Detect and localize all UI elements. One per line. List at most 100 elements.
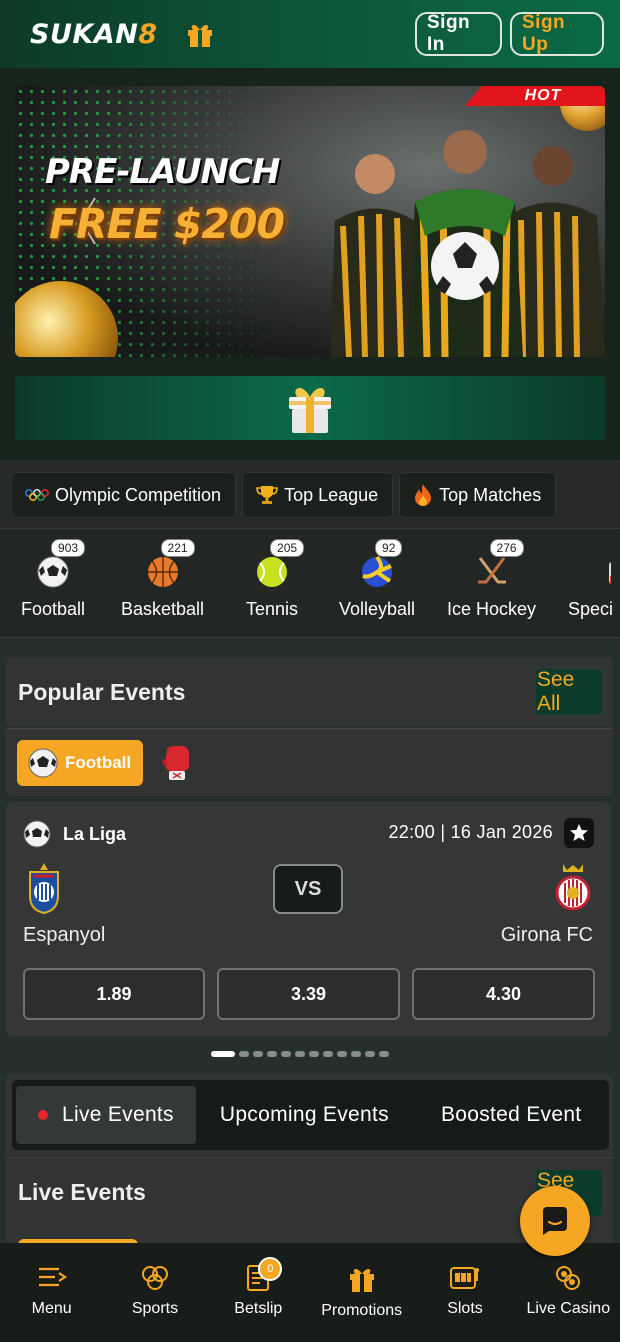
tab-live-events[interactable]: Live Events <box>16 1086 196 1144</box>
filter-football[interactable]: Football <box>17 739 144 786</box>
nav-live-casino[interactable]: Live Casino <box>517 1243 620 1342</box>
chip-label: Top Matches <box>439 484 542 505</box>
nav-label: Live Casino <box>526 1300 611 1317</box>
count-badge: 92 <box>375 539 403 557</box>
players-image <box>330 130 605 357</box>
sports-icon <box>141 1266 168 1290</box>
tab-label: Boosted Event <box>440 1103 582 1126</box>
nav-promotions[interactable]: Promotions <box>310 1243 413 1342</box>
league-info: La Liga <box>23 820 126 848</box>
match-card[interactable]: La Liga 22:00 | 16 Jan 2026 VS Espanyol … <box>6 802 611 1036</box>
chip-top-league[interactable]: Top League <box>242 472 394 518</box>
tab-boosted-events[interactable]: Boosted Event <box>413 1086 606 1144</box>
sport-basketball[interactable]: 221 Basketball <box>121 539 204 620</box>
sign-up-button[interactable]: Sign Up <box>510 12 604 56</box>
count-badge: 205 <box>270 539 305 557</box>
chips-icon <box>556 1266 581 1290</box>
menu-icon <box>38 1267 67 1287</box>
gift-icon[interactable] <box>184 18 216 50</box>
bottom-navigation: Menu Sports 0 Betslip Promotions Slots L… <box>0 1243 620 1342</box>
nav-label: Slots <box>447 1300 483 1317</box>
hot-badge: HOT <box>465 86 605 106</box>
popular-see-all-button[interactable]: See All <box>536 668 602 715</box>
popular-sport-filter: Football <box>6 728 613 796</box>
logo-text: SUKAN <box>30 18 139 50</box>
logo[interactable]: SUKAN8 <box>30 19 158 50</box>
pager-dot[interactable] <box>239 1051 249 1057</box>
nav-sports[interactable]: Sports <box>103 1243 206 1342</box>
live-events-title: Live Events <box>18 1179 146 1205</box>
sport-special[interactable]: Speci <box>568 548 615 620</box>
pager-dot[interactable] <box>379 1051 389 1057</box>
sport-label: Football <box>21 599 86 619</box>
count-badge: 276 <box>489 539 524 557</box>
gift-icon <box>349 1269 374 1292</box>
sport-label: Tennis <box>246 599 299 619</box>
sign-in-button[interactable]: Sign In <box>415 12 502 56</box>
espanyol-crest-icon <box>29 863 59 914</box>
pager-dot[interactable] <box>281 1051 291 1057</box>
app-root: SUKAN8 Sign In Sign Up HOT PRE-LAUNCH FR… <box>0 0 620 1342</box>
sport-ice-hockey[interactable]: 276 Ice Hockey <box>447 539 537 620</box>
pager-dot[interactable] <box>323 1051 333 1057</box>
pager-dot[interactable] <box>309 1051 319 1057</box>
pager-dot[interactable] <box>211 1051 235 1057</box>
quick-filter-chips: Olympic Competition Top League Top Match… <box>0 462 620 529</box>
chip-label: Top League <box>284 484 379 505</box>
banner-headline: PRE-LAUNCH <box>45 152 280 192</box>
slots-icon <box>449 1267 479 1289</box>
logo-suffix: 8 <box>138 18 158 50</box>
chip-label: Olympic Competition <box>55 484 222 505</box>
pager-dot[interactable] <box>351 1051 361 1057</box>
nav-label: Menu <box>31 1300 72 1317</box>
gift-box-icon <box>289 387 331 433</box>
sport-label: Ice Hockey <box>447 599 537 619</box>
boxing-glove-icon[interactable] <box>161 745 191 781</box>
odds-home-button[interactable]: 1.89 <box>23 968 205 1020</box>
sport-volleyball[interactable]: 92 Volleyball <box>339 539 416 620</box>
pager-dot[interactable] <box>253 1051 263 1057</box>
sport-football[interactable]: 903 Football <box>21 539 86 620</box>
popular-events-header: Popular Events See All <box>6 657 613 727</box>
events-tabs: Live Events Upcoming Events Boosted Even… <box>12 1080 609 1150</box>
filter-label: Football <box>65 752 132 772</box>
promo-banner[interactable]: HOT PRE-LAUNCH FREE $200 <box>15 86 605 357</box>
banner-offer: FREE $200 <box>49 200 285 248</box>
popular-events-title: Popular Events <box>18 678 186 705</box>
odds-draw-button[interactable]: 3.39 <box>217 968 400 1020</box>
nav-label: Sports <box>131 1300 179 1317</box>
tab-upcoming-events[interactable]: Upcoming Events <box>196 1086 413 1144</box>
chat-support-button[interactable] <box>520 1186 590 1256</box>
away-team-name: Girona FC <box>500 924 593 946</box>
count-badge: 903 <box>51 539 86 557</box>
sport-label: Volleyball <box>339 599 416 619</box>
league-name: La Liga <box>63 823 127 844</box>
pager-dot[interactable] <box>365 1051 375 1057</box>
girona-crest-icon <box>555 864 591 911</box>
nav-slots[interactable]: Slots <box>413 1243 516 1342</box>
favorite-star-icon[interactable] <box>564 818 594 848</box>
tab-label: Live Events <box>62 1103 174 1126</box>
chip-olympic-competition[interactable]: Olympic Competition <box>11 472 237 518</box>
pager-dot[interactable] <box>337 1051 347 1057</box>
events-tabs-container: Live Events Upcoming Events Boosted Even… <box>6 1074 613 1156</box>
count-badge: 221 <box>160 539 195 557</box>
banner-section: HOT PRE-LAUNCH FREE $200 <box>0 68 620 460</box>
pager-dot[interactable] <box>295 1051 305 1057</box>
nav-menu[interactable]: Menu <box>0 1243 103 1342</box>
nav-betslip[interactable]: 0 Betslip <box>207 1243 310 1342</box>
football-icon <box>28 748 58 777</box>
tab-label: Upcoming Events <box>219 1103 389 1126</box>
carousel-pager <box>211 1051 389 1057</box>
gift-promo-strip[interactable] <box>15 376 605 440</box>
chip-top-matches[interactable]: Top Matches <box>399 472 557 518</box>
odds-away-button[interactable]: 4.30 <box>412 968 595 1020</box>
live-dot-icon <box>38 1110 48 1120</box>
fire-icon <box>415 484 432 506</box>
sport-tennis[interactable]: 205 Tennis <box>246 539 305 620</box>
olympic-rings-icon <box>25 489 49 501</box>
football-icon <box>23 820 51 848</box>
pager-dot[interactable] <box>267 1051 277 1057</box>
odds-row: 1.89 3.39 4.30 <box>23 968 595 1020</box>
betslip-count-badge: 0 <box>258 1257 283 1281</box>
